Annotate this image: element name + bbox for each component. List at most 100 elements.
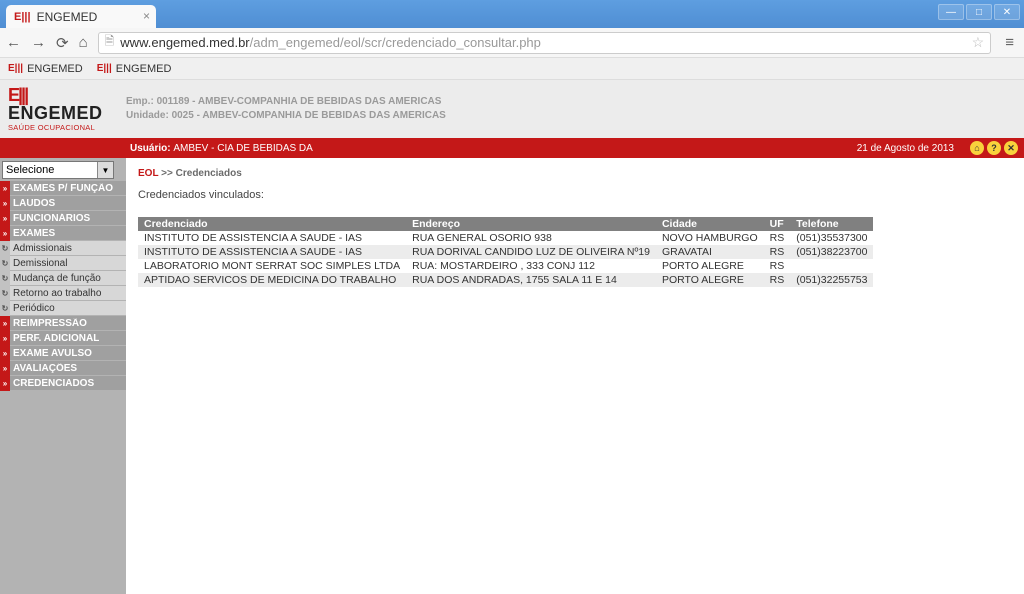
user-bar: Usuário: AMBEV - CIA DE BEBIDAS DA 21 de… (0, 138, 1024, 158)
credenciados-table: CredenciadoEndereçoCidadeUFTelefone INST… (138, 217, 873, 287)
sidebar-item-label: Mudança de função (13, 273, 101, 284)
sidebar-item-label: Demissional (13, 258, 67, 269)
unidade-label: Unidade: (126, 110, 169, 121)
current-date: 21 de Agosto de 2013 (857, 143, 954, 154)
table-cell: RS (764, 259, 791, 273)
window-minimize-button[interactable]: — (938, 4, 964, 20)
browser-tab[interactable]: E||| ENGEMED × (6, 5, 156, 28)
table-cell: RS (764, 231, 791, 245)
table-cell: (051)32255753 (790, 273, 873, 287)
table-cell: (051)38223700 (790, 245, 873, 259)
chevron-right-icon: » (0, 181, 10, 196)
browser-menu-icon[interactable]: ≡ (1001, 34, 1018, 51)
sidebar-item[interactable]: »EXAMES P/ FUNÇÃO (0, 181, 126, 196)
refresh-icon: ↻ (0, 241, 10, 256)
bookmarks-bar: E||| ENGEMED E||| ENGEMED (0, 58, 1024, 80)
sidebar-item-label: EXAMES P/ FUNÇÃO (13, 183, 113, 194)
tab-title: ENGEMED (37, 10, 98, 24)
url-input[interactable]: 🗎 www.engemed.med.br/adm_engemed/eol/scr… (98, 32, 992, 54)
table-row: INSTITUTO DE ASSISTENCIA A SAUDE - IASRU… (138, 231, 873, 245)
table-cell (790, 259, 873, 273)
bookmark-item[interactable]: E||| ENGEMED (97, 63, 172, 75)
app-header: E||| ENGEMED SAÚDE OCUPACIONAL Emp.: 001… (0, 80, 1024, 138)
page-description: Credenciados vinculados: (138, 189, 1012, 201)
table-cell: (051)35537300 (790, 231, 873, 245)
table-header: UF (764, 217, 791, 231)
table-cell: NOVO HAMBURGO (656, 231, 764, 245)
table-cell: RUA: MOSTARDEIRO , 333 CONJ 112 (406, 259, 656, 273)
chevron-right-icon: » (0, 331, 10, 346)
sidebar-item[interactable]: »LAUDOS (0, 196, 126, 211)
table-row: APTIDAO SERVICOS DE MEDICINA DO TRABALHO… (138, 273, 873, 287)
forward-button[interactable]: → (31, 34, 46, 51)
table-cell: RS (764, 245, 791, 259)
sidebar-item[interactable]: »CREDENCIADOS (0, 376, 126, 391)
sidebar-item[interactable]: »EXAME AVULSO (0, 346, 126, 361)
logo-text: ENGEMED (8, 103, 103, 123)
exit-round-button[interactable]: ✕ (1004, 141, 1018, 155)
breadcrumb-page: Credenciados (176, 168, 242, 179)
chevron-right-icon: » (0, 226, 10, 241)
help-round-button[interactable]: ? (987, 141, 1001, 155)
sidebar: Selecione ▼ »EXAMES P/ FUNÇÃO»LAUDOS»FUN… (0, 158, 126, 594)
sidebar-item-label: LAUDOS (13, 198, 55, 209)
main-content: EOL >> Credenciados Credenciados vincula… (126, 158, 1024, 594)
sidebar-item[interactable]: ↻Retorno ao trabalho (0, 286, 126, 301)
bookmark-item[interactable]: E||| ENGEMED (8, 63, 83, 75)
chevron-down-icon: ▼ (97, 162, 113, 178)
sidebar-item-label: Periódico (13, 303, 55, 314)
table-cell: APTIDAO SERVICOS DE MEDICINA DO TRABALHO (138, 273, 406, 287)
home-round-button[interactable]: ⌂ (970, 141, 984, 155)
refresh-icon: ↻ (0, 286, 10, 301)
sidebar-item[interactable]: »REIMPRESSÃO (0, 316, 126, 331)
sidebar-item-label: EXAME AVULSO (13, 348, 92, 359)
logo: E||| ENGEMED SAÚDE OCUPACIONAL (8, 86, 120, 133)
page-icon: 🗎 (105, 32, 115, 53)
refresh-icon: ↻ (0, 301, 10, 316)
browser-tabstrip: E||| ENGEMED × — □ ✕ (0, 0, 1024, 28)
back-button[interactable]: ← (6, 34, 21, 51)
window-maximize-button[interactable]: □ (966, 4, 992, 20)
chevron-right-icon: » (0, 316, 10, 331)
chevron-right-icon: » (0, 346, 10, 361)
bookmark-star-icon[interactable]: ☆ (972, 34, 985, 51)
window-close-button[interactable]: ✕ (994, 4, 1020, 20)
table-cell: INSTITUTO DE ASSISTENCIA A SAUDE - IAS (138, 231, 406, 245)
emp-value: 001189 - AMBEV-COMPANHIA DE BEBIDAS DAS … (157, 96, 442, 107)
reload-button[interactable]: ⟳ (56, 34, 69, 52)
table-cell: RS (764, 273, 791, 287)
engemed-favicon: E||| (97, 63, 112, 74)
home-button[interactable]: ⌂ (79, 34, 88, 51)
table-cell: RUA GENERAL OSORIO 938 (406, 231, 656, 245)
table-cell: RUA DORIVAL CANDIDO LUZ DE OLIVEIRA Nº19 (406, 245, 656, 259)
sidebar-item-label: FUNCIONÁRIOS (13, 213, 90, 224)
sidebar-item-label: PERF. ADICIONAL (13, 333, 99, 344)
sidebar-item-label: CREDENCIADOS (13, 378, 94, 389)
breadcrumb: EOL >> Credenciados (138, 168, 1012, 179)
refresh-icon: ↻ (0, 271, 10, 286)
bookmark-label: ENGEMED (116, 63, 172, 75)
sidebar-item[interactable]: »FUNCIONÁRIOS (0, 211, 126, 226)
sidebar-item[interactable]: ↻Admissionais (0, 241, 126, 256)
sidebar-item[interactable]: ↻Demissional (0, 256, 126, 271)
chevron-right-icon: » (0, 196, 10, 211)
unidade-value: 0025 - AMBEV-COMPANHIA DE BEBIDAS DAS AM… (172, 110, 446, 121)
close-tab-icon[interactable]: × (143, 9, 150, 23)
sidebar-item-label: Retorno ao trabalho (13, 288, 101, 299)
chevron-right-icon: » (0, 211, 10, 226)
user-name: AMBEV - CIA DE BEBIDAS DA (173, 143, 312, 154)
sidebar-item[interactable]: »PERF. ADICIONAL (0, 331, 126, 346)
sidebar-select[interactable]: Selecione ▼ (2, 161, 114, 179)
table-cell: RUA DOS ANDRADAS, 1755 SALA 11 E 14 (406, 273, 656, 287)
select-value: Selecione (6, 164, 54, 176)
emp-label: Emp.: (126, 96, 154, 107)
chevron-right-icon: » (0, 361, 10, 376)
logo-subtitle: SAÚDE OCUPACIONAL (8, 123, 95, 132)
sidebar-item[interactable]: ↻Periódico (0, 301, 126, 316)
engemed-favicon: E||| (8, 63, 23, 74)
sidebar-item[interactable]: »AVALIAÇÕES (0, 361, 126, 376)
sidebar-item[interactable]: ↻Mudança de função (0, 271, 126, 286)
sidebar-item[interactable]: »EXAMES (0, 226, 126, 241)
breadcrumb-root: EOL (138, 168, 158, 179)
sidebar-item-label: Admissionais (13, 243, 72, 254)
